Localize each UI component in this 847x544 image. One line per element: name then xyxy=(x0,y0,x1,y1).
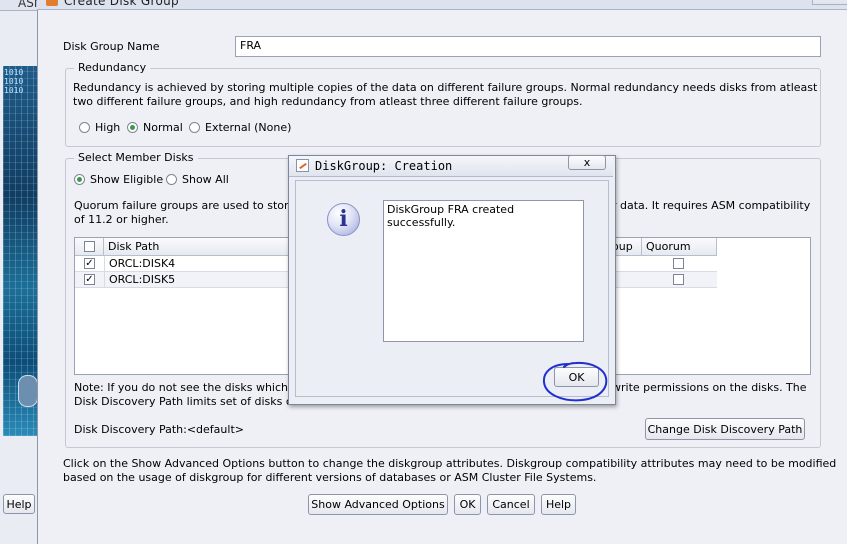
dialog-title: Create Disk Group xyxy=(64,0,179,8)
row-quorum-checkbox[interactable] xyxy=(673,274,684,285)
modal-title: DiskGroup: Creation xyxy=(315,159,453,173)
quorum-note-left: Quorum failure groups are used to stor xyxy=(74,199,289,212)
row-select-checkbox[interactable]: ✓ xyxy=(84,274,95,285)
help-button[interactable]: Help xyxy=(541,494,576,515)
advanced-note-line1: Click on the Show Advanced Options butto… xyxy=(63,457,837,470)
banner-shape-icon xyxy=(18,375,38,407)
table-header-quorum[interactable]: Quorum xyxy=(642,238,717,256)
radio-normal-label: Normal xyxy=(143,121,183,134)
modal-message: DiskGroup FRA created successfully. xyxy=(383,200,584,342)
disk-group-name-value: FRA xyxy=(240,39,262,52)
show-advanced-options-button[interactable]: Show Advanced Options xyxy=(308,494,448,515)
redundancy-description-line1: Redundancy is achieved by storing multip… xyxy=(73,81,818,94)
table-header-select[interactable] xyxy=(75,238,104,256)
annotation-circle xyxy=(542,361,608,402)
app-icon xyxy=(296,159,309,172)
radio-high[interactable] xyxy=(79,122,90,133)
advanced-note-line2: based on the usage of diskgroup for diff… xyxy=(63,471,597,484)
radio-external[interactable] xyxy=(189,122,200,133)
radio-normal[interactable] xyxy=(127,122,138,133)
change-discovery-path-button[interactable]: Change Disk Discovery Path xyxy=(645,418,805,440)
radio-show-all[interactable] xyxy=(166,174,177,185)
quorum-note-right: r data. It requires ASM compatibility xyxy=(612,199,811,212)
radio-show-all-label: Show All xyxy=(182,173,229,186)
close-icon: x xyxy=(583,155,591,169)
row-quorum-checkbox[interactable] xyxy=(673,258,684,269)
window-close-button[interactable] xyxy=(812,0,847,5)
disk-path-cell: ORCL:DISK5 xyxy=(109,273,176,286)
ok-button[interactable]: OK xyxy=(454,494,481,515)
discovery-note-line2: Disk Discovery Path limits set of disks … xyxy=(74,395,299,408)
redundancy-legend: Redundancy xyxy=(74,61,151,74)
cancel-button[interactable]: Cancel xyxy=(487,494,535,515)
table-header-failure-group[interactable]: oup xyxy=(612,238,642,256)
modal-close-button[interactable]: x xyxy=(568,155,606,170)
radio-external-label: External (None) xyxy=(205,121,292,134)
background-help-button[interactable]: Help xyxy=(3,494,35,514)
radio-show-eligible-label: Show Eligible xyxy=(90,173,164,186)
disk-group-name-input[interactable]: FRA xyxy=(235,36,821,57)
row-select-checkbox[interactable]: ✓ xyxy=(84,258,95,269)
table-header-disk-path[interactable]: Disk Path xyxy=(104,238,304,256)
select-all-checkbox[interactable] xyxy=(84,241,95,252)
binary-art-digits: 1010 1010 1010 xyxy=(4,68,24,95)
discovery-note-right: write permissions on the disks. The xyxy=(612,381,807,394)
redundancy-description-line2: two different failure groups, and high r… xyxy=(73,95,583,108)
quorum-note-line2: of 11.2 or higher. xyxy=(74,213,169,226)
info-icon: i xyxy=(327,203,360,236)
member-disks-legend: Select Member Disks xyxy=(74,151,198,164)
radio-high-label: High xyxy=(95,121,121,134)
disk-path-cell: ORCL:DISK4 xyxy=(109,257,176,270)
radio-show-eligible[interactable] xyxy=(74,174,85,185)
discovery-note-left: Note: If you do not see the disks which … xyxy=(74,381,299,394)
disk-group-name-label: Disk Group Name xyxy=(63,40,160,53)
app-icon xyxy=(46,0,58,6)
column-divider xyxy=(104,272,105,288)
column-divider xyxy=(104,256,105,272)
discovery-path-label: Disk Discovery Path:<default> xyxy=(74,423,244,436)
